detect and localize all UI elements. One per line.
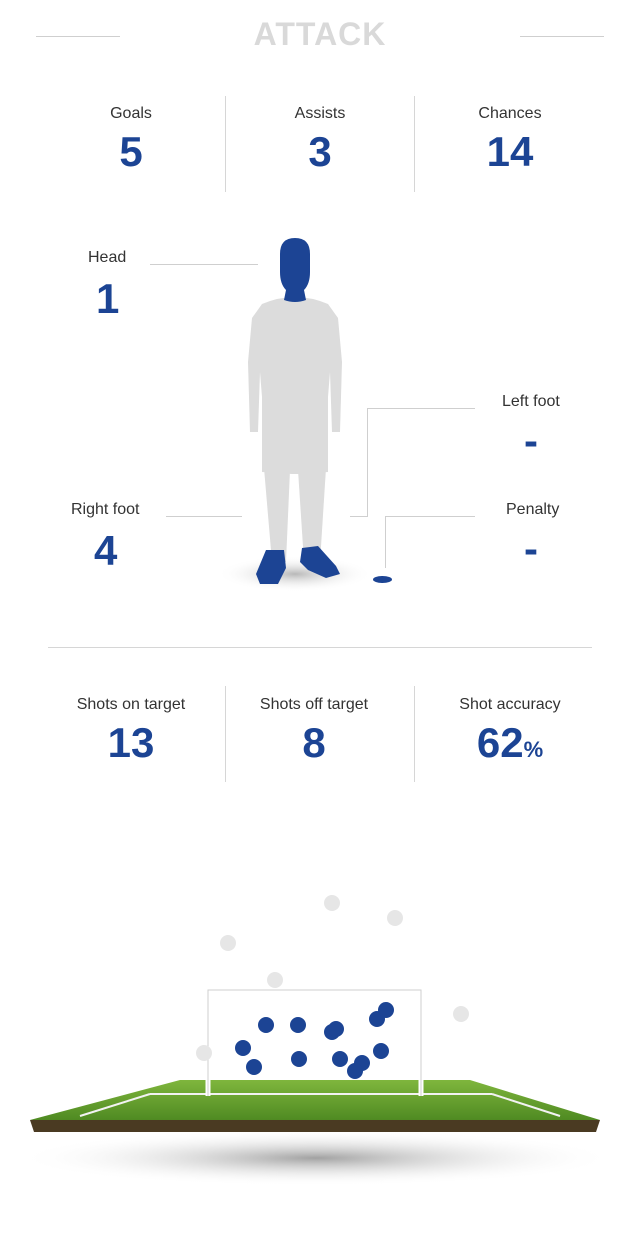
stat-shots-on-target: Shots on target 13 [36, 696, 226, 764]
pitch-soil [30, 1120, 600, 1132]
penalty-value: - [524, 525, 538, 572]
shot-off [267, 972, 283, 988]
head-label: Head [88, 249, 127, 266]
percent-unit: % [523, 737, 544, 762]
stat-goals: Goals 5 [36, 105, 226, 173]
stat-assists: Assists 3 [226, 105, 414, 173]
right-foot-label: Right foot [71, 501, 140, 518]
head-highlight [280, 238, 310, 302]
shot-on [373, 1043, 389, 1059]
stat-shots-off-target-label: Shots off target [259, 696, 369, 713]
player-shadow [217, 556, 373, 592]
stat-shots-on-target-label: Shots on target [76, 696, 186, 713]
stat-goals-label: Goals [110, 105, 152, 122]
shot-on [246, 1059, 262, 1075]
pitch-shadow [16, 1130, 616, 1186]
stat-assists-label: Assists [294, 105, 346, 122]
player-body [248, 297, 342, 562]
stat-chances-label: Chances [478, 105, 542, 122]
head-value: 1 [96, 275, 120, 322]
shot-on [290, 1017, 306, 1033]
shot-on [328, 1021, 344, 1037]
shot-off [196, 1045, 212, 1061]
stat-shot-accuracy: Shot accuracy 62% [415, 696, 605, 764]
stat-shot-accuracy-value-wrap: 62% [415, 722, 605, 764]
shot-off [324, 895, 340, 911]
head-connector [150, 264, 258, 265]
stat-shots-off-target: Shots off target 8 [220, 696, 408, 764]
right-foot-connector [166, 516, 242, 517]
shot-on [332, 1051, 348, 1067]
penalty-connector-v [385, 516, 386, 568]
shot-map-graphic [16, 895, 616, 1186]
stat-goals-value: 5 [119, 128, 143, 175]
stat-shot-accuracy-value: 62 [476, 719, 524, 766]
pitch-grass [30, 1080, 600, 1120]
section-divider [48, 647, 592, 648]
penalty-connector-h [385, 516, 475, 517]
left-foot-connector-end [350, 516, 368, 517]
stat-shot-accuracy-label: Shot accuracy [459, 696, 561, 713]
left-foot-value: - [524, 417, 538, 464]
penalty-label: Penalty [506, 501, 560, 518]
shot-on [258, 1017, 274, 1033]
stat-shots-off-target-value: 8 [302, 719, 326, 766]
stat-chances: Chances 14 [415, 105, 605, 173]
shots-on-target [235, 1002, 394, 1079]
left-foot-label: Left foot [502, 393, 560, 410]
title-line-right [520, 36, 604, 37]
right-foot-value: 4 [94, 527, 118, 574]
stat-chances-value: 14 [486, 128, 534, 175]
shot-off [387, 910, 403, 926]
left-foot-connector-v [367, 408, 368, 516]
shot-on [235, 1040, 251, 1056]
shot-off [220, 935, 236, 951]
shot-on [378, 1002, 394, 1018]
penalty-spot-icon [373, 576, 392, 583]
shot-on [291, 1051, 307, 1067]
stat-assists-value: 3 [308, 128, 332, 175]
shot-on [347, 1063, 363, 1079]
stat-shots-on-target-value: 13 [107, 719, 155, 766]
left-foot-connector-h [367, 408, 475, 409]
player-silhouette [217, 238, 373, 592]
shot-off [453, 1006, 469, 1022]
section-title: ATTACK [253, 16, 387, 52]
